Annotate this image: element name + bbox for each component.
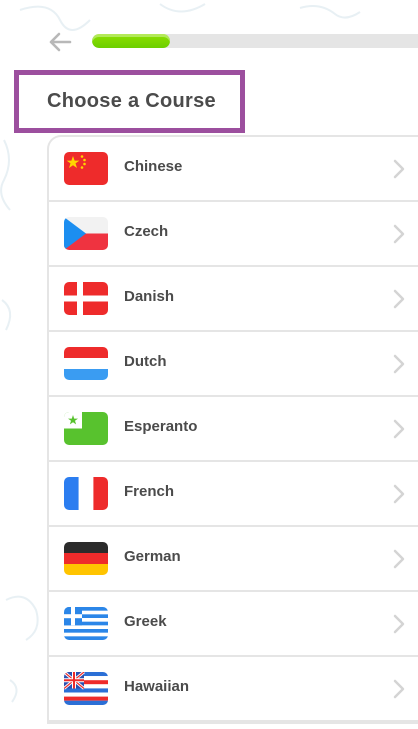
course-item-dutch[interactable]: Dutch (49, 332, 418, 397)
course-item-chinese[interactable]: Chinese (49, 137, 418, 202)
back-button[interactable] (46, 28, 74, 56)
course-item-german[interactable]: German (49, 527, 418, 592)
chevron-right-icon (393, 614, 405, 634)
czech-flag-icon (64, 217, 108, 250)
chevron-right-icon (393, 354, 405, 374)
course-label: Dutch (124, 353, 167, 370)
hawaii-flag-icon (64, 672, 108, 705)
chevron-right-icon (393, 679, 405, 699)
course-label: German (124, 548, 181, 565)
china-flag-icon (64, 152, 108, 185)
progress-bar (92, 34, 418, 48)
course-label: Hawaiian (124, 678, 190, 695)
course-label: French (124, 483, 175, 500)
chevron-right-icon (393, 289, 405, 309)
denmark-flag-icon (64, 282, 108, 315)
chevron-right-icon (393, 419, 405, 439)
germany-flag-icon (64, 542, 108, 575)
esperanto-flag-icon (64, 412, 108, 445)
chevron-right-icon (393, 484, 405, 504)
arrow-left-icon (49, 32, 72, 52)
chevron-right-icon (393, 159, 405, 179)
page-title: Choose a Course (47, 90, 216, 112)
netherlands-flag-icon (64, 347, 108, 380)
top-bar (0, 0, 418, 70)
course-item-french[interactable]: French (49, 462, 418, 527)
course-item-hawaiian[interactable]: Hawaiian (49, 657, 418, 722)
course-label: Chinese (124, 158, 183, 175)
france-flag-icon (64, 477, 108, 510)
course-label: Esperanto (124, 418, 198, 435)
chevron-right-icon (393, 549, 405, 569)
course-item-danish[interactable]: Danish (49, 267, 418, 332)
greece-flag-icon (64, 607, 108, 640)
course-item-czech[interactable]: Czech (49, 202, 418, 267)
course-item-esperanto[interactable]: Esperanto (49, 397, 418, 462)
course-item-greek[interactable]: Greek (49, 592, 418, 657)
course-label: Danish (124, 288, 175, 305)
progress-bar-fill (92, 34, 171, 48)
course-list: Chinese Czech Danish Dutch Esperanto Fre… (47, 135, 418, 724)
choose-course-screen: Choose a Course Chinese Czech Danish Dut… (0, 0, 418, 729)
course-label: Greek (124, 613, 167, 630)
course-label: Czech (124, 223, 169, 240)
chevron-right-icon (393, 224, 405, 244)
